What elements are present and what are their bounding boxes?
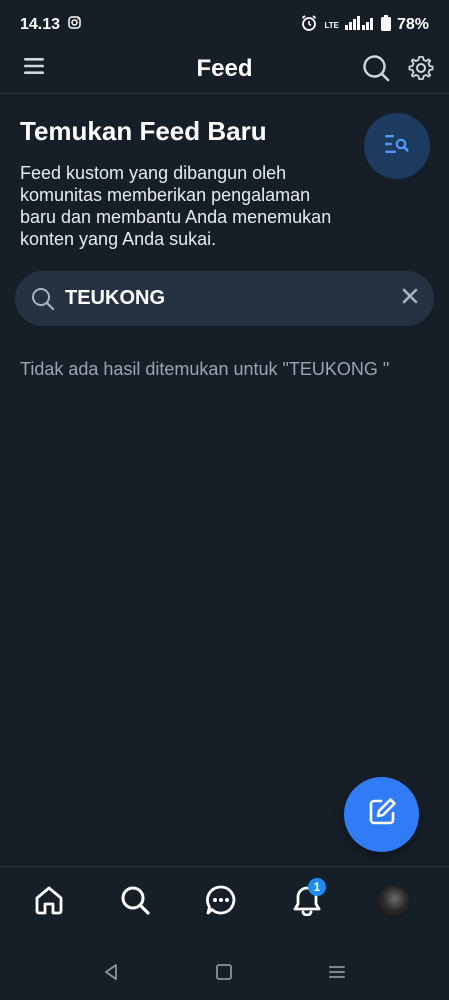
search-button[interactable] [362,54,390,87]
nav-search[interactable] [117,884,153,920]
discover-description: Feed kustom yang dibangun oleh komunitas… [20,163,332,249]
network-label: LTE [324,20,339,30]
search-icon [31,287,55,311]
status-time: 14.13 [20,16,61,33]
clear-search-button[interactable] [402,288,418,309]
close-icon [402,288,418,309]
recents-lines-icon [328,963,346,986]
system-recents-button[interactable] [326,963,348,985]
avatar [377,886,409,918]
battery-icon [380,14,391,36]
nav-profile[interactable] [375,884,411,920]
page-title: Feed [196,55,253,82]
status-left: 14.13 [20,16,81,34]
feed-search-field[interactable]: TEUKONG [15,271,434,326]
status-bar: 14.13 LTE 78% [0,0,449,50]
system-back-button[interactable] [100,963,122,985]
alarm-icon [300,14,318,37]
status-right: LTE 78% [300,14,429,37]
gear-icon [408,56,434,85]
back-triangle-icon [102,963,120,986]
compose-post-button[interactable] [344,777,419,852]
home-square-icon [215,963,233,986]
no-results-message: Tidak ada hasil ditemukan untuk "TEUKONG… [20,359,390,379]
home-icon [33,884,65,921]
nav-home[interactable] [31,884,67,920]
nav-notifications[interactable]: 1 [289,878,326,920]
search-icon [362,55,390,86]
chat-icon [205,884,237,921]
hamburger-icon [22,58,46,81]
list-search-icon [384,133,410,160]
system-nav-bar [0,950,449,1000]
search-icon [119,884,151,921]
menu-button[interactable] [22,55,46,82]
notification-count-badge: 1 [308,878,326,896]
discover-title: Temukan Feed Baru [20,116,267,146]
instagram-icon [68,16,81,34]
discover-feeds-badge [364,113,430,179]
nav-chat[interactable] [203,884,239,920]
compose-icon [366,796,398,833]
search-input[interactable]: TEUKONG [65,287,402,310]
signal-icon [344,15,375,35]
top-app-bar: Feed [0,45,449,94]
battery-level: 78% [396,16,429,33]
system-home-button[interactable] [213,963,235,985]
settings-button[interactable] [408,55,434,86]
bottom-nav: 1 [0,866,449,937]
